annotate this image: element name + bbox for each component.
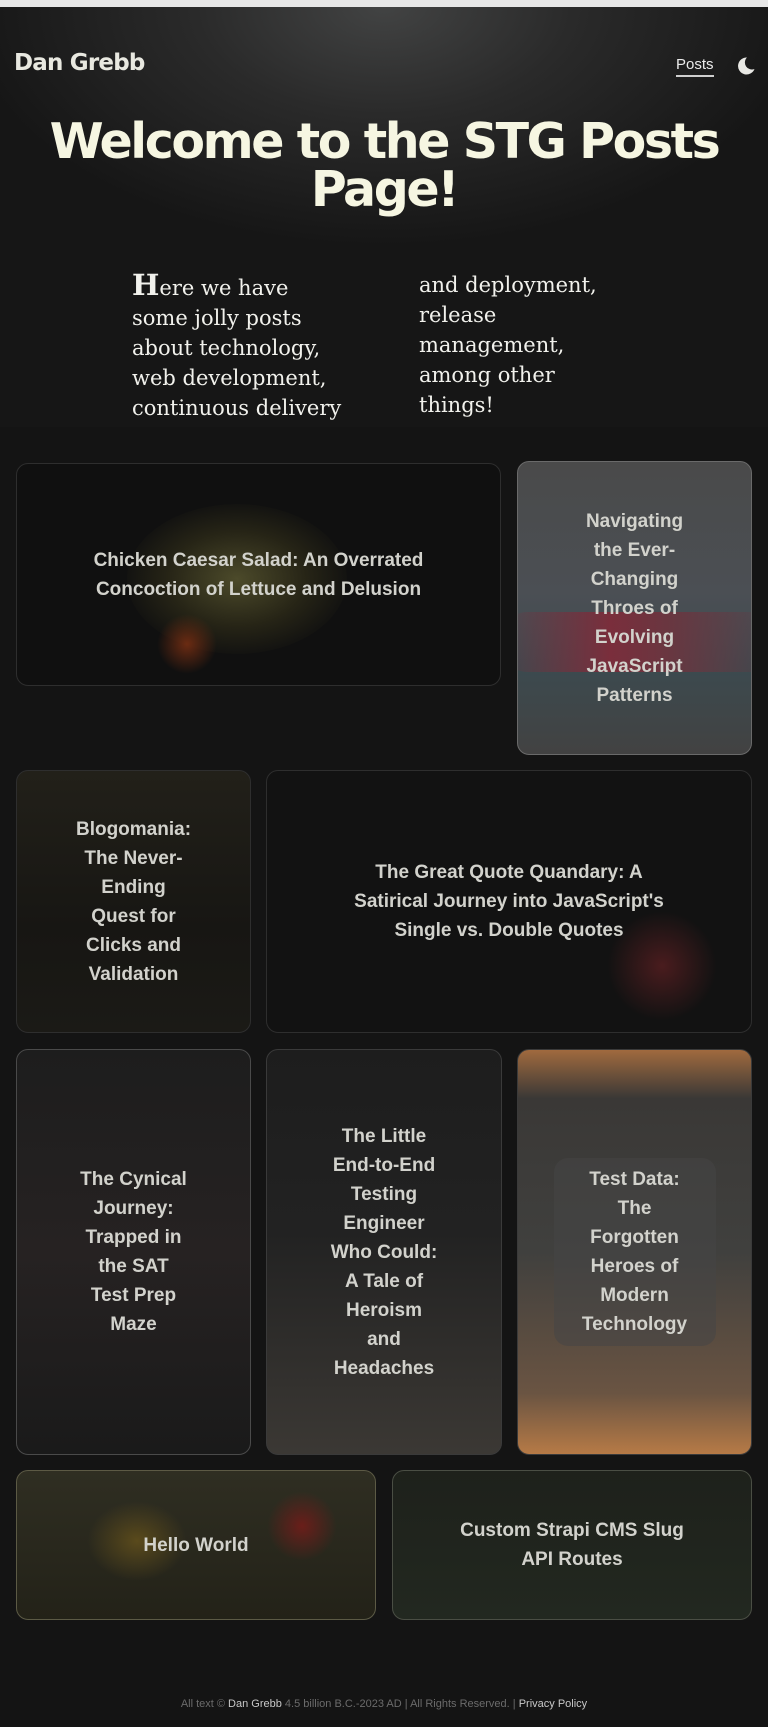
footer-prefix: All text © (180, 1698, 225, 1710)
post-title: Test Data: The Forgotten Heroes of Moder… (581, 1169, 688, 1335)
post-title: Hello World (143, 1534, 249, 1556)
site-footer: All text © Dan Grebb 4.5 billion B.C.-20… (0, 1698, 768, 1710)
post-card[interactable]: Blogomania: The Never-Ending Quest for C… (16, 770, 251, 1033)
intro-text: ere we have some jolly posts about techn… (132, 273, 597, 420)
footer-range: 4.5 billion B.C.-2023 AD | All Rights Re… (284, 1698, 516, 1710)
site-brand[interactable]: Dan Grebb (14, 50, 145, 76)
intro-paragraph: Here we have some jolly posts about tech… (132, 270, 636, 423)
post-card[interactable]: Navigating the Ever-Changing Throes of E… (517, 461, 752, 755)
privacy-policy-link[interactable]: Privacy Policy (519, 1698, 587, 1710)
post-card[interactable]: Hello World (16, 1470, 376, 1620)
post-title: Blogomania: The Never-Ending Quest for C… (75, 818, 192, 985)
post-card[interactable]: The Great Quote Quandary: A Satirical Jo… (266, 770, 752, 1033)
page-title: Welcome to the STG Posts Page! (49, 113, 721, 218)
post-card[interactable]: Custom Strapi CMS Slug API Routes (392, 1470, 752, 1620)
post-title: The Great Quote Quandary: A Satirical Jo… (354, 862, 664, 941)
post-title: Chicken Caesar Salad: An Overrated Conco… (93, 549, 424, 600)
post-title: The Little End-to-End Testing Engineer W… (330, 1125, 438, 1379)
top-strip (0, 0, 768, 7)
site-header: Dan Grebb Posts (0, 50, 768, 84)
post-title: Navigating the Ever-Changing Throes of E… (585, 510, 684, 706)
intro-drop-cap: H (132, 268, 160, 302)
card-image-accent (267, 1491, 337, 1561)
post-card[interactable]: Chicken Caesar Salad: An Overrated Conco… (16, 463, 501, 686)
post-card[interactable]: Test Data: The Forgotten Heroes of Moder… (517, 1049, 752, 1455)
theme-toggle-button[interactable] (736, 56, 756, 76)
footer-author: Dan Grebb (228, 1698, 282, 1710)
post-card[interactable]: The Cynical Journey: Trapped in the SAT … (16, 1049, 251, 1455)
post-title: The Cynical Journey: Trapped in the SAT … (80, 1169, 187, 1335)
nav-posts-link[interactable]: Posts (676, 56, 714, 77)
post-card[interactable]: The Little End-to-End Testing Engineer W… (266, 1049, 502, 1455)
card-image-accent (157, 614, 217, 674)
moon-icon (738, 57, 755, 75)
post-title: Custom Strapi CMS Slug API Routes (460, 1520, 684, 1570)
